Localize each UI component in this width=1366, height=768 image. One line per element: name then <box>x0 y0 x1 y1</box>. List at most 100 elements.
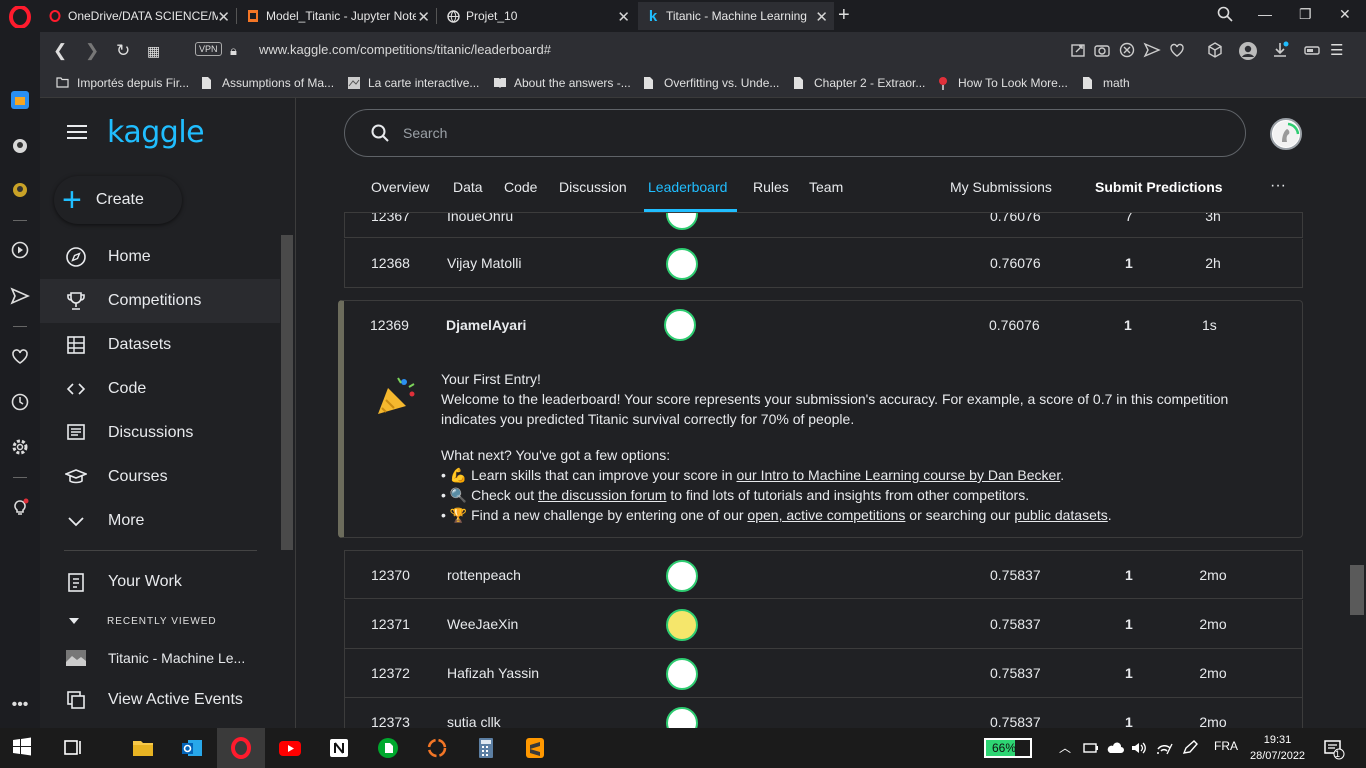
tab-overview[interactable]: Overview <box>371 179 429 195</box>
table-row[interactable]: 12370 rottenpeach 0.75837 1 2mo <box>344 550 1303 599</box>
player-icon[interactable] <box>10 240 30 260</box>
sidebar-item-your-work[interactable]: Your Work <box>40 560 280 604</box>
sublime-text-icon[interactable] <box>523 736 547 760</box>
close-tab-icon[interactable]: ✕ <box>217 8 230 26</box>
team-name[interactable]: DjamelAyari <box>446 317 526 333</box>
evernote-icon[interactable] <box>376 736 400 760</box>
page-scrollbar[interactable] <box>1350 565 1364 615</box>
search-tabs-icon[interactable] <box>1217 6 1233 22</box>
browser-tab-jupyter[interactable]: Model_Titanic - Jupyter Note ✕ <box>238 2 436 30</box>
recent-item-titanic[interactable]: Titanic - Machine Le... <box>40 636 280 680</box>
bookmark-item[interactable]: How To Look More... <box>937 76 1068 90</box>
submit-predictions-button[interactable]: Submit Predictions <box>1095 179 1223 195</box>
notion-icon[interactable] <box>327 736 351 760</box>
close-tab-icon[interactable]: ✕ <box>417 8 430 26</box>
whatsapp-icon[interactable] <box>10 180 30 200</box>
history-icon[interactable] <box>10 392 30 412</box>
team-name[interactable]: Hafizah Yassin <box>447 665 539 681</box>
show-hidden-icons[interactable]: ︿ <box>1059 739 1071 756</box>
tab-team[interactable]: Team <box>809 179 843 195</box>
browser-tab-onedrive[interactable]: OneDrive/DATA SCIENCE/M ✕ <box>40 2 236 30</box>
anaconda-icon[interactable] <box>425 736 449 760</box>
team-avatar[interactable] <box>666 707 698 728</box>
heart-icon[interactable] <box>10 346 30 366</box>
minimize-button[interactable]: — <box>1258 6 1272 22</box>
battery-indicator[interactable]: 66% <box>984 738 1032 758</box>
table-row[interactable]: 12372 Hafizah Yassin 0.75837 1 2mo <box>344 649 1303 698</box>
lightbulb-icon[interactable] <box>10 498 30 518</box>
heart-icon[interactable] <box>1168 41 1186 59</box>
profile-avatar-icon[interactable] <box>1238 41 1258 61</box>
gear-icon[interactable] <box>10 437 30 457</box>
team-name[interactable]: sutia cllk <box>447 714 501 728</box>
share-icon[interactable] <box>1069 41 1087 59</box>
send-icon[interactable] <box>10 286 30 306</box>
team-avatar[interactable] <box>666 609 698 641</box>
team-name[interactable]: Vijay Matolli <box>447 255 521 271</box>
tab-rules[interactable]: Rules <box>753 179 789 195</box>
outlook-icon[interactable] <box>180 736 204 760</box>
bookmark-folder[interactable]: Importés depuis Fir... <box>56 76 189 90</box>
battery-icon[interactable] <box>1083 740 1099 756</box>
view-active-events-link[interactable]: View Active Events <box>40 678 280 722</box>
youtube-icon[interactable] <box>278 736 302 760</box>
bookmark-item[interactable]: About the answers -... <box>493 76 631 90</box>
opera-logo-icon[interactable] <box>9 6 31 28</box>
bookmark-item[interactable]: math <box>1082 76 1130 90</box>
close-window-button[interactable]: ✕ <box>1339 6 1351 23</box>
bookmark-item[interactable]: Overfitting vs. Unde... <box>643 76 779 90</box>
new-tab-button[interactable]: + <box>838 4 850 27</box>
camera-icon[interactable] <box>1093 41 1111 59</box>
table-row[interactable]: 12368 Vijay Matolli 0.76076 1 2h <box>344 239 1303 288</box>
opera-taskbar-icon[interactable] <box>229 736 253 760</box>
more-options-icon[interactable]: ··· <box>1270 177 1286 195</box>
notification-center-icon[interactable] <box>1323 738 1345 760</box>
adblock-icon[interactable] <box>1118 41 1136 59</box>
speed-dial-icon[interactable]: ▦ <box>147 43 160 60</box>
tab-leaderboard[interactable]: Leaderboard <box>648 179 727 195</box>
team-avatar[interactable] <box>666 248 698 280</box>
clock[interactable]: 19:31 28/07/2022 <box>1250 732 1305 764</box>
intro-ml-course-link[interactable]: our Intro to Machine Learning course by … <box>736 467 1060 483</box>
public-datasets-link[interactable]: public datasets <box>1014 507 1107 523</box>
pen-icon[interactable] <box>1181 740 1199 756</box>
sidebar-item-more[interactable]: More <box>40 499 280 543</box>
url-field[interactable]: www.kaggle.com/competitions/titanic/lead… <box>259 42 551 57</box>
sidebar-item-datasets[interactable]: Datasets <box>40 323 280 367</box>
volume-icon[interactable] <box>1130 740 1148 756</box>
forward-button[interactable]: ❯ <box>85 41 99 61</box>
team-name[interactable]: WeeJaeXin <box>447 616 518 632</box>
bookmark-item[interactable]: La carte interactive... <box>347 76 479 90</box>
close-tab-icon[interactable]: ✕ <box>617 8 630 26</box>
sidebar-item-courses[interactable]: Courses <box>40 455 280 499</box>
back-button[interactable]: ❮ <box>53 41 67 61</box>
browser-tab-projet[interactable]: Projet_10 ✕ <box>438 2 636 30</box>
create-button[interactable]: + Create <box>54 176 182 224</box>
close-tab-icon[interactable]: ✕ <box>815 8 828 26</box>
browser-tab-titanic[interactable]: k Titanic - Machine Learning ✕ <box>638 2 834 30</box>
sidebar-item-home[interactable]: Home <box>40 235 280 279</box>
windows-start-icon[interactable] <box>12 737 32 757</box>
battery-saver-icon[interactable] <box>1304 41 1322 59</box>
table-row[interactable]: 12371 WeeJaeXin 0.75837 1 2mo <box>344 600 1303 649</box>
language-indicator[interactable]: FRA <box>1214 739 1238 753</box>
easy-setup-icon[interactable]: ☰ <box>1330 41 1343 59</box>
discussion-forum-link[interactable]: the discussion forum <box>538 487 666 503</box>
hamburger-menu-icon[interactable] <box>67 125 87 139</box>
reload-icon[interactable]: ↻ <box>116 41 130 61</box>
more-dots-icon[interactable]: ••• <box>10 696 30 716</box>
file-explorer-icon[interactable] <box>131 736 155 760</box>
team-avatar[interactable] <box>666 658 698 690</box>
lock-icon[interactable]: 🔒︎ <box>230 43 237 59</box>
my-submissions-link[interactable]: My Submissions <box>950 179 1052 195</box>
sidebar-scrollbar[interactable] <box>281 235 293 550</box>
sidebar-item-code[interactable]: Code <box>40 367 280 411</box>
vpn-badge[interactable]: VPN <box>195 42 222 56</box>
tab-data[interactable]: Data <box>453 179 483 195</box>
send-icon[interactable] <box>1143 41 1161 59</box>
onedrive-cloud-icon[interactable] <box>1106 740 1124 756</box>
table-row[interactable]: 12373 sutia cllk 0.75837 1 2mo <box>344 698 1303 728</box>
messenger-icon[interactable] <box>10 136 30 156</box>
bookmark-item[interactable]: Chapter 2 - Extraor... <box>793 76 925 90</box>
wifi-icon[interactable] <box>1155 740 1173 756</box>
